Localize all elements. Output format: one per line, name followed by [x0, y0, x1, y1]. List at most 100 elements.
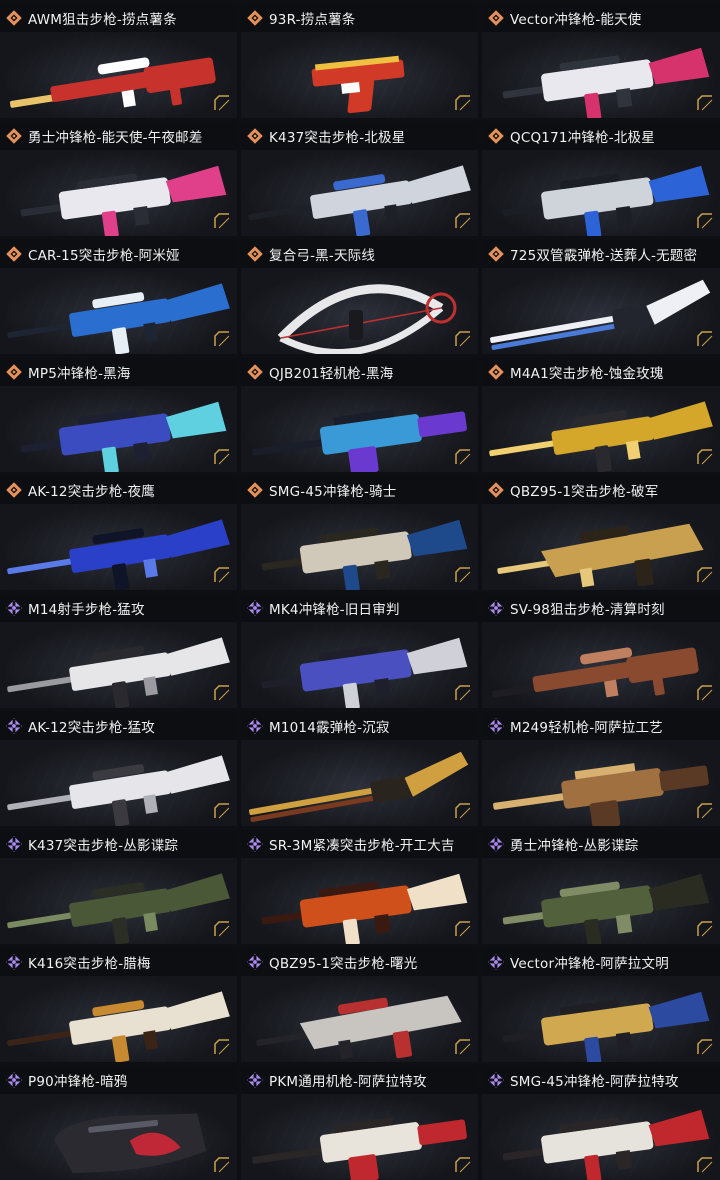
weapon-skin-card[interactable]: QJB201轻机枪-黑海 [241, 358, 478, 472]
weapon-skin-title: AK-12突击步枪-猛攻 [28, 720, 155, 736]
corner-frame-icon [214, 803, 230, 819]
weapon-skin-card[interactable]: 勇士冲锋枪-丛影谍踪 [482, 830, 720, 944]
card-header: K416突击步枪-腊梅 [0, 948, 237, 976]
weapon-skin-card[interactable]: Vector冲锋枪-能天使 [482, 4, 720, 118]
gold-rarity-diamond-icon [247, 482, 263, 498]
card-header: QBZ95-1突击步枪-破军 [482, 476, 720, 504]
weapon-skin-card[interactable]: M4A1突击步枪-蚀金玫瑰 [482, 358, 720, 472]
weapon-skin-card[interactable]: SR-3M紧凑突击步枪-开工大吉 [241, 830, 478, 944]
weapon-skin-title: M249轻机枪-阿萨拉工艺 [510, 720, 663, 736]
weapon-skin-title: 复合弓-黑-天际线 [269, 248, 376, 264]
card-header: MK4冲锋枪-旧日审判 [241, 594, 478, 622]
corner-frame-icon [455, 921, 471, 937]
weapon-skin-card[interactable]: 93R-捞点薯条 [241, 4, 478, 118]
weapon-skin-title: MP5冲锋枪-黑海 [28, 366, 131, 382]
weapon-skin-card[interactable]: K437突击步枪-北极星 [241, 122, 478, 236]
weapon-skin-card[interactable]: CAR-15突击步枪-阿米娅 [0, 240, 237, 354]
gold-rarity-diamond-icon [488, 246, 504, 262]
corner-frame-icon [697, 95, 713, 111]
weapon-skin-title: PKM通用机枪-阿萨拉特攻 [269, 1074, 427, 1090]
weapon-skin-card[interactable]: QBZ95-1突击步枪-曙光 [241, 948, 478, 1062]
weapon-skin-card[interactable]: SMG-45冲锋枪-阿萨拉特攻 [482, 1066, 720, 1180]
corner-frame-icon [214, 567, 230, 583]
weapon-skin-card[interactable]: 勇士冲锋枪-能天使-午夜邮差 [0, 122, 237, 236]
gold-rarity-diamond-icon [6, 10, 22, 26]
weapon-skin-card[interactable]: QBZ95-1突击步枪-破军 [482, 476, 720, 590]
weapon-render-image [490, 279, 711, 350]
weapon-render-image [9, 57, 216, 108]
weapon-skin-card[interactable]: AK-12突击步枪-猛攻 [0, 712, 237, 826]
weapon-skin-card[interactable]: 复合弓-黑-天际线 [241, 240, 478, 354]
weapon-skin-card[interactable]: SV-98狙击步枪-清算时刻 [482, 594, 720, 708]
weapon-skin-card[interactable]: K416突击步枪-腊梅 [0, 948, 237, 1062]
card-header: Vector冲锋枪-能天使 [482, 4, 720, 32]
weapon-render-image [7, 283, 230, 354]
weapon-skin-card[interactable]: P90冲锋枪-暗鸦 [0, 1066, 237, 1180]
corner-frame-icon [214, 95, 230, 111]
card-header: 93R-捞点薯条 [241, 4, 478, 32]
gold-rarity-diamond-icon [6, 482, 22, 498]
weapon-showcase [0, 740, 237, 826]
weapon-skin-card[interactable]: MK4冲锋枪-旧日审判 [241, 594, 478, 708]
card-header: Vector冲锋枪-阿萨拉文明 [482, 948, 720, 976]
weapon-showcase [241, 622, 478, 708]
weapon-skin-title: Vector冲锋枪-阿萨拉文明 [510, 956, 669, 972]
weapon-skin-card[interactable]: PKM通用机枪-阿萨拉特攻 [241, 1066, 478, 1180]
card-header: AK-12突击步枪-猛攻 [0, 712, 237, 740]
card-header: 725双管霰弹枪-送葬人-无题密 [482, 240, 720, 268]
corner-frame-icon [455, 213, 471, 229]
weapon-render-image [20, 165, 227, 236]
purple-rarity-diamond-icon [6, 600, 22, 616]
weapon-skin-card[interactable]: M1014霰弹枪-沉寂 [241, 712, 478, 826]
weapon-render-image [252, 409, 467, 472]
weapon-skin-card[interactable]: 725双管霰弹枪-送葬人-无题密 [482, 240, 720, 354]
weapon-skin-card[interactable]: M249轻机枪-阿萨拉工艺 [482, 712, 720, 826]
corner-frame-icon [455, 95, 471, 111]
weapon-render-image [502, 991, 710, 1062]
card-header: M1014霰弹枪-沉寂 [241, 712, 478, 740]
weapon-skin-title: QBZ95-1突击步枪-破军 [510, 484, 659, 500]
weapon-showcase [0, 976, 237, 1062]
corner-frame-icon [214, 331, 230, 347]
weapon-render-image [493, 763, 709, 826]
card-header: M249轻机枪-阿萨拉工艺 [482, 712, 720, 740]
weapon-skin-title: QBZ95-1突击步枪-曙光 [269, 956, 418, 972]
weapon-skin-card[interactable]: QCQ171冲锋枪-北极星 [482, 122, 720, 236]
weapon-skin-title: SMG-45冲锋枪-骑士 [269, 484, 397, 500]
weapon-skin-title: K416突击步枪-腊梅 [28, 956, 151, 972]
weapon-skin-card[interactable]: AK-12突击步枪-夜鹰 [0, 476, 237, 590]
corner-frame-icon [455, 331, 471, 347]
gold-rarity-diamond-icon [6, 246, 22, 262]
gold-rarity-diamond-icon [247, 364, 263, 380]
weapon-skin-card[interactable]: AWM狙击步枪-捞点薯条 [0, 4, 237, 118]
weapon-skin-card[interactable]: M14射手步枪-猛攻 [0, 594, 237, 708]
weapon-skin-grid: AWM狙击步枪-捞点薯条 93R-捞点薯条 Vector冲锋枪-能天使 勇士冲锋… [0, 0, 720, 1180]
corner-frame-icon [455, 449, 471, 465]
card-header: PKM通用机枪-阿萨拉特攻 [241, 1066, 478, 1094]
weapon-skin-title: 勇士冲锋枪-丛影谍踪 [510, 838, 639, 854]
weapon-showcase [482, 386, 720, 472]
weapon-skin-card[interactable]: K437突击步枪-丛影谍踪 [0, 830, 237, 944]
weapon-showcase [482, 268, 720, 354]
weapon-render-image [7, 755, 230, 826]
gold-rarity-diamond-icon [488, 10, 504, 26]
card-header: QBZ95-1突击步枪-曙光 [241, 948, 478, 976]
weapon-showcase [0, 386, 237, 472]
weapon-skin-card[interactable]: SMG-45冲锋枪-骑士 [241, 476, 478, 590]
purple-rarity-diamond-icon [247, 836, 263, 852]
weapon-render-image [497, 523, 704, 588]
weapon-skin-title: M14射手步枪-猛攻 [28, 602, 145, 618]
weapon-showcase [241, 1094, 478, 1180]
purple-rarity-diamond-icon [488, 954, 504, 970]
weapon-render-image [489, 401, 713, 472]
weapon-render-image [261, 519, 468, 590]
card-header: QJB201轻机枪-黑海 [241, 358, 478, 386]
weapon-skin-title: 勇士冲锋枪-能天使-午夜邮差 [28, 130, 203, 146]
weapon-showcase [482, 622, 720, 708]
weapon-skin-card[interactable]: MP5冲锋枪-黑海 [0, 358, 237, 472]
corner-frame-icon [214, 213, 230, 229]
weapon-skin-card[interactable]: Vector冲锋枪-阿萨拉文明 [482, 948, 720, 1062]
weapon-render-image [502, 873, 710, 944]
weapon-render-image [7, 637, 230, 708]
weapon-showcase [0, 268, 237, 354]
